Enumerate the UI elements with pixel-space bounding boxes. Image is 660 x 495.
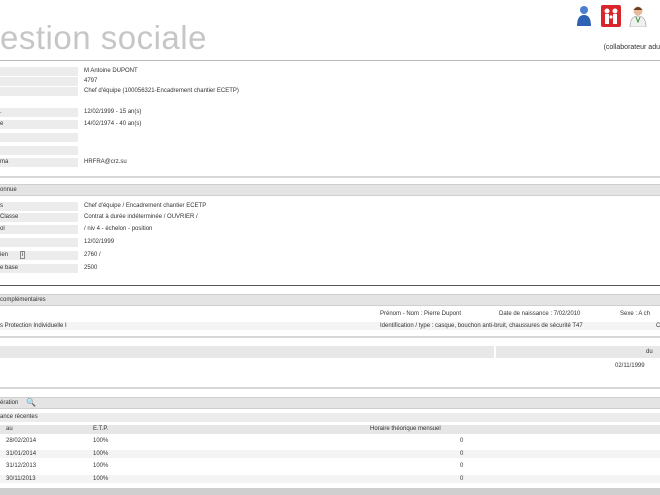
doctor-icon[interactable] xyxy=(628,5,648,27)
equipment-details: Identification / type : casque, bouchon … xyxy=(380,323,583,329)
row-date: 28/02/2014 xyxy=(6,438,37,444)
row-hours: 0 xyxy=(460,438,464,444)
table-row: 31/01/2014 100% 0 xyxy=(0,450,660,458)
section-header-contract[interactable]: onnue xyxy=(0,184,660,196)
row-date: 31/01/2014 xyxy=(6,451,37,457)
schedule-subtitle: ance récentes xyxy=(0,414,38,420)
field-label: Classe xyxy=(0,213,78,223)
field-value: 14/02/1974 - 40 an(s) xyxy=(84,121,142,127)
row-etp: 100% xyxy=(93,463,109,469)
field-value: 2500 xyxy=(84,265,98,271)
section-divider xyxy=(0,336,660,338)
field-value: M Antoine DUPONT xyxy=(84,68,138,74)
field-value: / niv 4 - échelon - position xyxy=(84,226,153,232)
section-divider xyxy=(0,387,660,389)
field-value: Chef d'équipe / Encadrement chantier ECE… xyxy=(84,203,207,209)
identity-row: Chef d'équipe (100056321-Encadrement cha… xyxy=(0,87,660,97)
schedule-subheader: ance récentes xyxy=(0,413,660,422)
table-row: 28/02/2014 100% 0 xyxy=(0,437,660,445)
section-header-complementary[interactable]: complémentaires xyxy=(0,294,660,306)
child-sex: Sexe : A ch xyxy=(620,311,651,317)
child-name: Prénom - Nom : Pierre Dupont xyxy=(380,311,462,317)
row-etp: 100% xyxy=(93,438,109,444)
email-value[interactable]: HRFRA@crz.su xyxy=(84,159,127,165)
contract-row: Classe Contrat à durée indéterminée / OU… xyxy=(0,213,660,223)
complementary-row: Prénom - Nom : Pierre Dupont Date de nai… xyxy=(0,310,660,318)
app-title: estion sociale xyxy=(0,19,207,56)
row-date: 30/11/2013 xyxy=(6,476,36,482)
field-label xyxy=(0,238,78,248)
field-value: 12/02/1999 - 15 an(s) xyxy=(84,109,142,115)
contract-row: ien i 2760 / xyxy=(0,251,660,261)
row-etp: 100% xyxy=(93,451,109,457)
field-value: Contrat à durée indéterminée / OUVRIER / xyxy=(84,214,198,220)
col-header-hours: Horaire théorique mensuel xyxy=(370,426,441,432)
identity-row: M Antoine DUPONT xyxy=(0,67,660,77)
complementary-row: s Protection Individuelle I Identificati… xyxy=(0,322,660,330)
field-label: ol xyxy=(0,225,78,235)
section-divider xyxy=(0,285,660,286)
field-label xyxy=(0,87,78,97)
contract-row: ol / niv 4 - échelon - position xyxy=(0,225,660,235)
col-header-date: au xyxy=(6,426,13,432)
section-divider xyxy=(0,176,660,178)
table-row: 30/11/2013 100% 0 xyxy=(0,475,660,483)
app-header: estion sociale (collaborateur adu xyxy=(0,0,660,62)
field-value: 12/02/1999 xyxy=(84,239,115,245)
row-hours: 0 xyxy=(460,463,464,469)
field-label: s xyxy=(0,202,78,212)
section-title: onnue xyxy=(0,187,17,193)
section-header-schedule[interactable]: ération 🔍 xyxy=(0,397,660,409)
user-role-label: (collaborateur adu xyxy=(603,44,660,51)
field-label xyxy=(0,67,78,77)
field-label xyxy=(0,77,78,87)
contract-row: s Chef d'équipe / Encadrement chantier E… xyxy=(0,202,660,212)
child-birthdate: Date de naissance : 7/02/2010 xyxy=(499,311,581,317)
field-label xyxy=(0,146,78,156)
identity-row xyxy=(0,133,660,143)
info-icon[interactable]: i xyxy=(20,251,26,259)
contract-row: e base 2500 xyxy=(0,264,660,274)
header-divider xyxy=(0,60,660,61)
table-row: 31/12/2013 100% 0 xyxy=(0,462,660,470)
field-label xyxy=(0,133,78,143)
period-header: du xyxy=(0,346,660,358)
period-col-header: du xyxy=(646,349,653,355)
identity-row: 4797 xyxy=(0,77,660,87)
field-label: . xyxy=(0,108,78,118)
section-title: complémentaires xyxy=(0,297,46,303)
period-row: 02/11/1999 xyxy=(0,362,660,370)
identity-row xyxy=(0,146,660,156)
period-start-date: 02/11/1999 xyxy=(615,363,645,369)
col-header-etp: E.T.P. xyxy=(93,426,109,432)
header-icons xyxy=(574,5,648,27)
identity-row: e 14/02/1974 - 40 an(s) xyxy=(0,120,660,130)
equipment-extra: C xyxy=(656,323,660,329)
person-blue-icon[interactable] xyxy=(574,5,594,27)
schedule-columns: au E.T.P. Horaire théorique mensuel xyxy=(0,425,660,434)
field-label: ma xyxy=(0,158,78,168)
row-date: 31/12/2013 xyxy=(6,463,37,469)
field-value: Chef d'équipe (100056321-Encadrement cha… xyxy=(84,88,239,94)
row-hours: 0 xyxy=(460,451,464,457)
field-label: ien i xyxy=(0,251,78,261)
contract-row: 12/02/1999 xyxy=(0,238,660,248)
search-icon[interactable]: 🔍 xyxy=(26,398,36,407)
equipment-label: s Protection Individuelle I xyxy=(0,323,67,329)
field-value: 2760 / xyxy=(84,252,101,258)
identity-row: . 12/02/1999 - 15 an(s) xyxy=(0,108,660,118)
field-label: e xyxy=(0,120,78,130)
field-value: 4797 xyxy=(84,78,98,84)
row-etp: 100% xyxy=(93,476,109,482)
family-red-icon[interactable] xyxy=(601,5,621,27)
row-hours: 0 xyxy=(460,476,464,482)
field-label: e base xyxy=(0,264,78,274)
identity-row: ma HRFRA@crz.su xyxy=(0,158,660,168)
bottom-bar xyxy=(0,488,660,495)
section-title: ération xyxy=(0,400,19,406)
